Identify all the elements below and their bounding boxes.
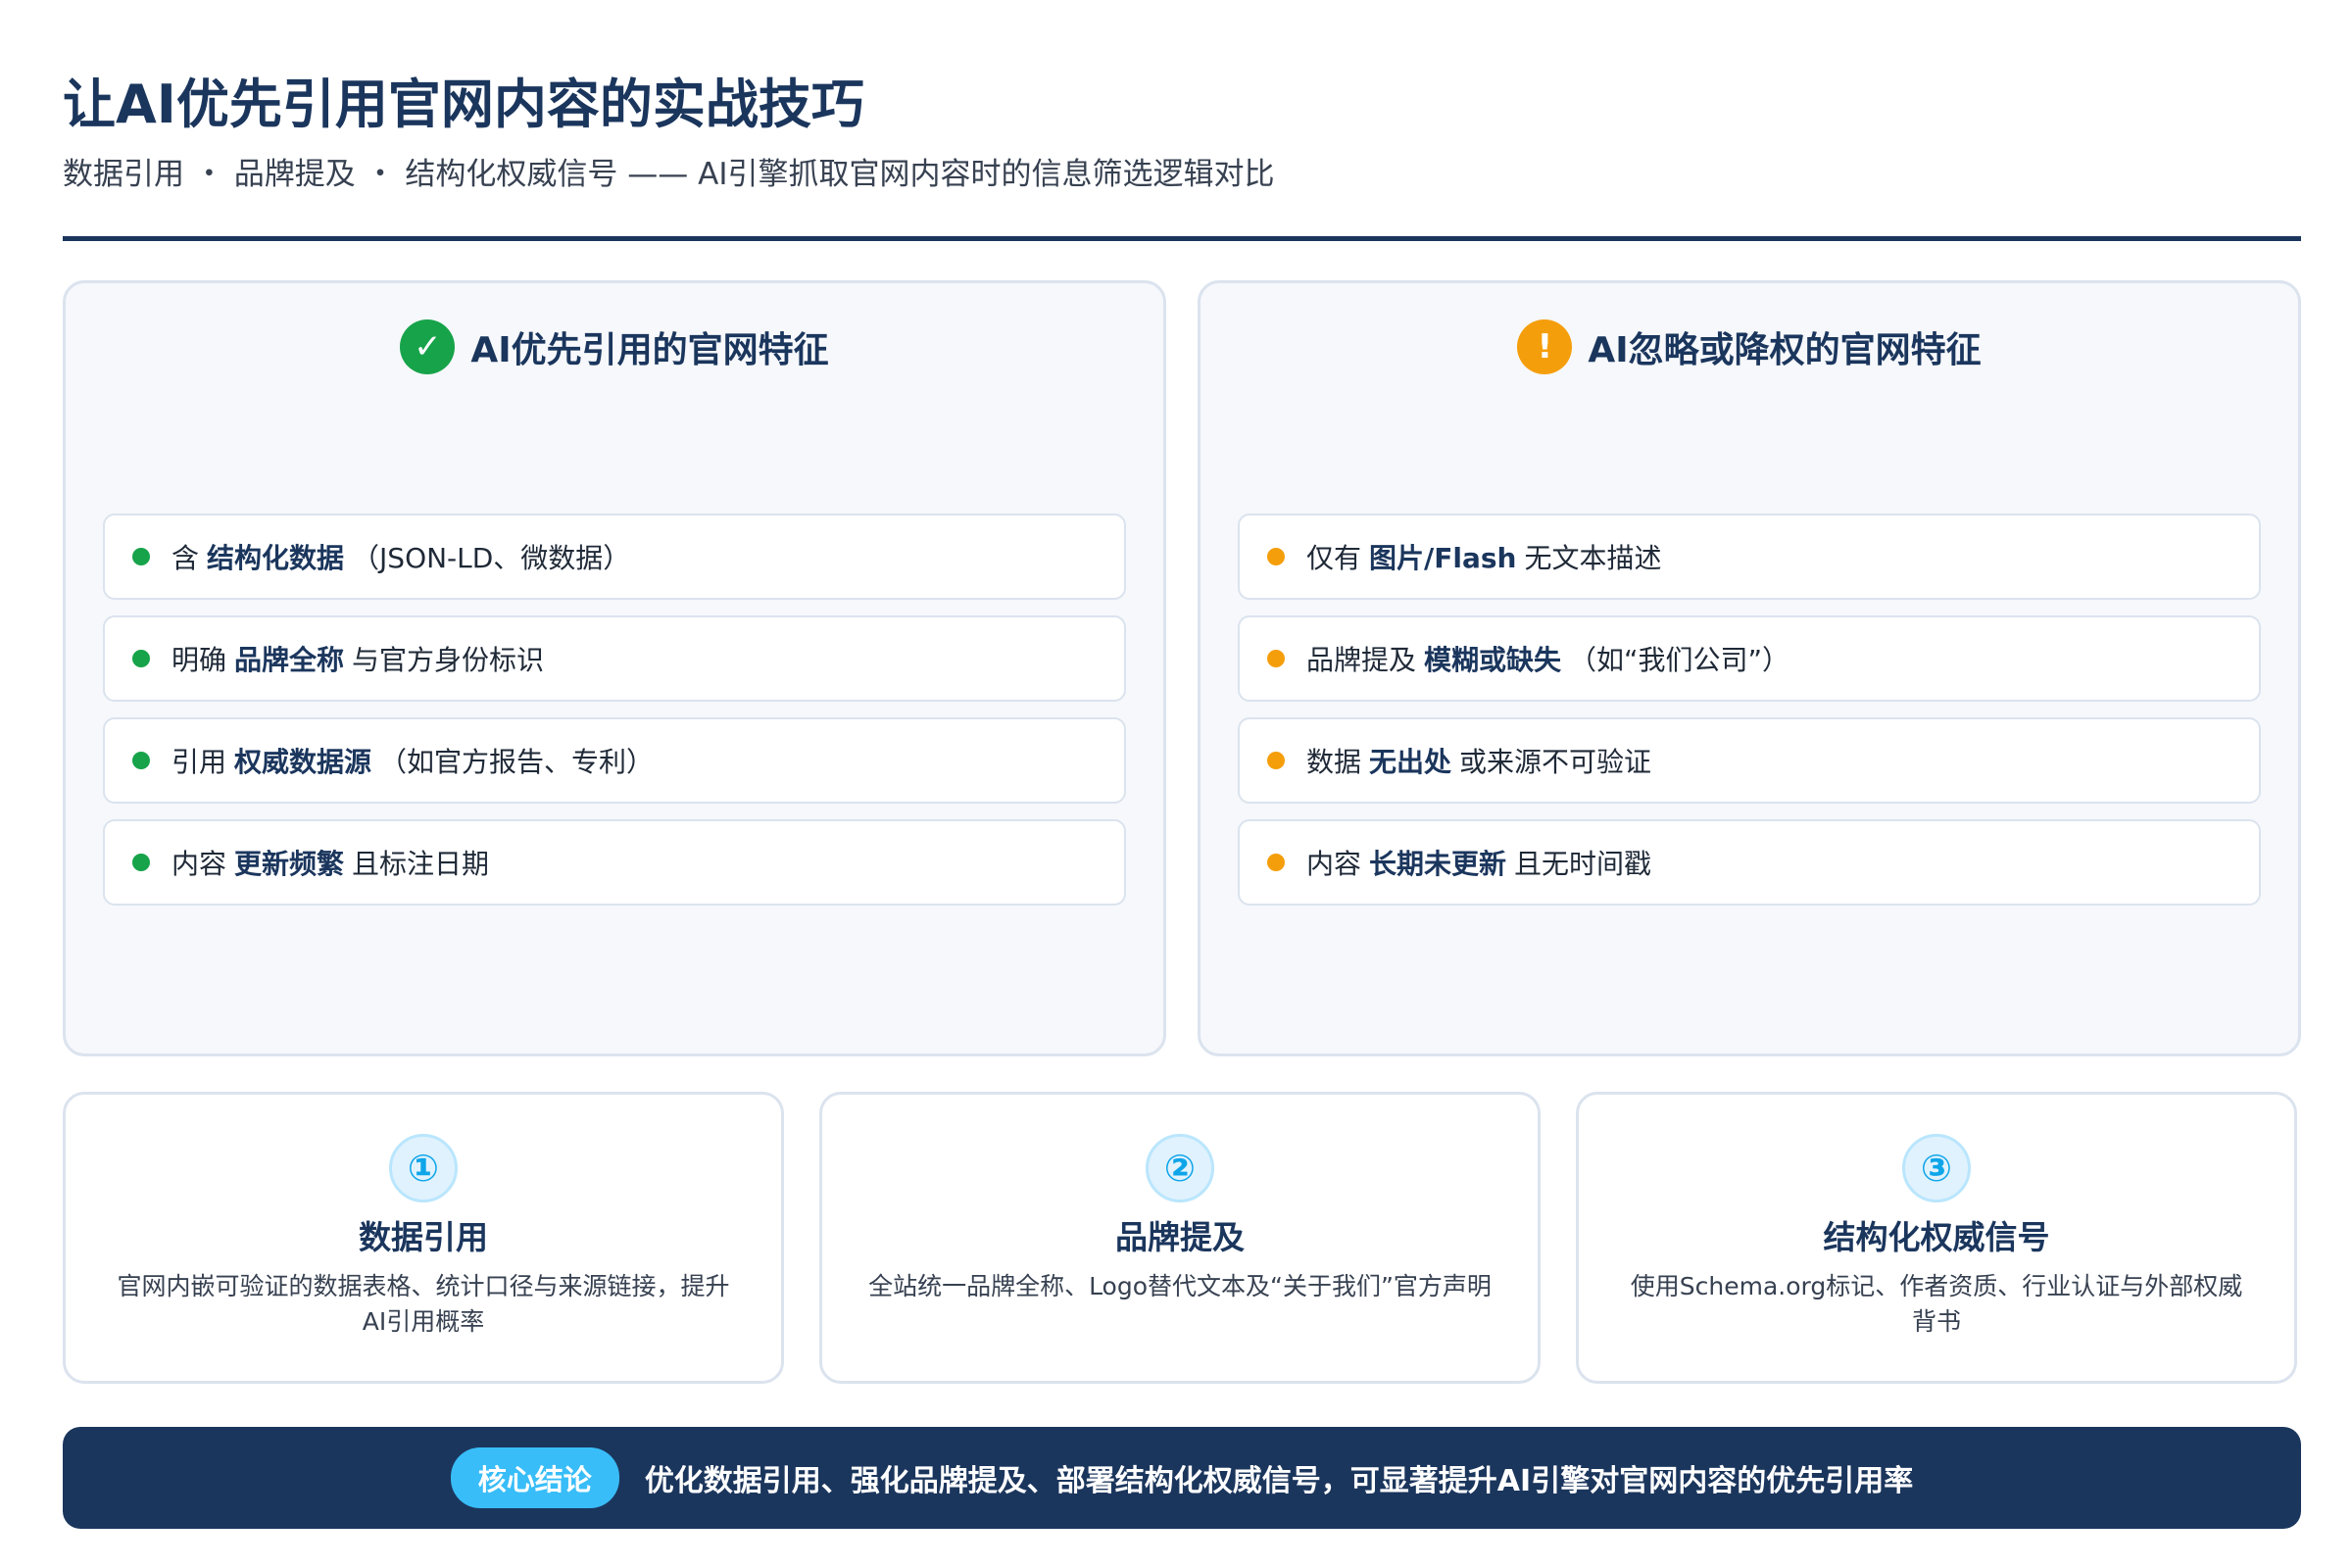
number-badge-icon: ① [389,1134,458,1202]
list-item: 数据 无出处 或来源不可验证 [1238,717,2261,804]
item-suffix: 无文本描述 [1524,542,1662,574]
item-keyword: 长期未更新 [1369,848,1507,880]
conclusion-badge: 核心结论 [450,1447,619,1508]
panel-header: ✓ AI优先引用的官网特征 [66,313,1163,381]
item-prefix: 仅有 [1306,542,1362,574]
item-keyword: 权威数据源 [234,746,372,778]
number-badge-icon: ② [1146,1134,1214,1202]
preferred-features-panel: ✓ AI优先引用的官网特征 含结构化数据 （JSON-LD、微数据） 明确 品牌全称… [63,280,1166,1056]
item-prefix: 明确 [172,644,227,676]
page-subtitle: 数据引用 ・ 品牌提及 ・ 结构化权威信号 —— AI引擎抓取官网内容时的信息筛… [63,157,1275,192]
bullet-icon [1267,752,1285,769]
item-prefix: 内容 [172,848,227,880]
feature-list: 仅有 图片/Flash 无文本描述 品牌提及 模糊或缺失 （如“我们公司”） 数据 无出处… [1238,514,2261,921]
list-item: 内容 长期未更新 且无时间戳 [1238,819,2261,906]
item-keyword: 结构化数据 [207,542,345,574]
tip-card-data-citation: ① 数据引用 官网内嵌可验证的数据表格、统计口径与来源链接，提升AI引用概率 [63,1092,784,1384]
list-item: 引用 权威数据源 （如官方报告、专利） [103,717,1126,804]
item-suffix: 与官方身份标识 [352,644,545,676]
conclusion-banner: 核心结论 优化数据引用、强化品牌提及、部署结构化权威信号，可显著提升AI引擎对官… [63,1427,2301,1529]
item-suffix: 且标注日期 [352,848,490,880]
check-icon: ✓ [400,319,456,374]
list-item: 明确 品牌全称 与官方身份标识 [103,615,1126,702]
list-item: 仅有 图片/Flash 无文本描述 [1238,514,2261,600]
tip-card-structured-signal: ③ 结构化权威信号 使用Schema.org标记、作者资质、行业认证与外部权威背… [1576,1092,2297,1384]
item-prefix: 含 [172,542,200,574]
number-badge-icon: ③ [1902,1134,1971,1202]
tip-description: 官网内嵌可验证的数据表格、统计口径与来源链接，提升AI引用概率 [117,1272,730,1336]
header: 让AI优先引用官网内容的实战技巧 数据引用 ・ 品牌提及 ・ 结构化权威信号 —… [63,71,2289,196]
list-item: 品牌提及 模糊或缺失 （如“我们公司”） [1238,615,2261,702]
bullet-icon [132,548,150,565]
item-suffix: （如“我们公司”） [1569,644,1790,676]
tip-title: 品牌提及 [1115,1218,1245,1256]
item-keyword: 品牌全称 [234,644,345,676]
item-keyword: 无出处 [1369,746,1452,778]
panel-title: AI忽略或降权的官网特征 [1588,330,1982,370]
list-item: 含结构化数据 （JSON-LD、微数据） [103,514,1126,600]
bullet-icon [1267,854,1285,871]
item-keyword: 图片/Flash [1369,542,1517,574]
tip-card-brand-mention: ② 品牌提及 全站统一品牌全称、Logo替代文本及“关于我们”官方声明 [819,1092,1541,1384]
tip-description: 全站统一品牌全称、Logo替代文本及“关于我们”官方声明 [868,1272,1492,1300]
conclusion-text: 优化数据引用、强化品牌提及、部署结构化权威信号，可显著提升AI引擎对官网内容的优… [644,1464,1914,1498]
bullet-icon [132,752,150,769]
item-suffix: 且无时间戳 [1514,848,1652,880]
warning-icon: ! [1517,319,1573,374]
header-divider [63,236,2301,241]
ignored-features-panel: ! AI忽略或降权的官网特征 仅有 图片/Flash 无文本描述 品牌提及 模糊或缺失… [1198,280,2301,1056]
panel-title: AI优先引用的官网特征 [470,330,829,370]
feature-list: 含结构化数据 （JSON-LD、微数据） 明确 品牌全称 与官方身份标识 引用 权威数据… [103,514,1126,921]
item-prefix: 品牌提及 [1306,644,1417,676]
item-keyword: 模糊或缺失 [1424,644,1562,676]
item-suffix: （如官方报告、专利） [379,746,655,778]
list-item: 内容 更新频繁 且标注日期 [103,819,1126,906]
bullet-icon [1267,650,1285,667]
tip-description: 使用Schema.org标记、作者资质、行业认证与外部权威背书 [1630,1272,2243,1336]
page-title: 让AI优先引用官网内容的实战技巧 [63,74,864,135]
tip-title: 结构化权威信号 [1823,1218,2050,1256]
item-prefix: 引用 [172,746,227,778]
item-prefix: 内容 [1306,848,1362,880]
item-suffix: （JSON-LD、微数据） [352,542,631,574]
bullet-icon [132,854,150,871]
bullet-icon [132,650,150,667]
bullet-icon [1267,548,1285,565]
item-prefix: 数据 [1306,746,1362,778]
tip-title: 数据引用 [359,1218,488,1256]
item-suffix: 或来源不可验证 [1459,746,1652,778]
item-keyword: 更新频繁 [234,848,345,880]
panel-header: ! AI忽略或降权的官网特征 [1200,313,2298,381]
